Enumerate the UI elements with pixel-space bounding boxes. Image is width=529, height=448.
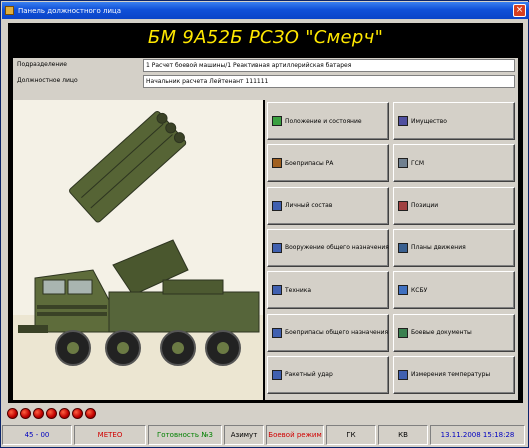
indicator-led xyxy=(20,408,31,419)
gk-cell[interactable]: ГК xyxy=(326,425,376,445)
indicator-row xyxy=(7,408,98,420)
position-field[interactable]: Начальник расчета Лейтенант 111111 xyxy=(143,75,515,88)
menu-button-label: Позиции xyxy=(411,202,439,210)
menu-button-11[interactable]: Боеприпасы общего назначения xyxy=(267,313,389,352)
vehicle-photo xyxy=(13,100,263,400)
menu-button-label: Ракетный удар xyxy=(285,371,333,379)
window-title: Панель должностного лица xyxy=(18,6,122,15)
menu-button-label: Боеприпасы РА xyxy=(285,159,334,167)
menu-button-label: Вооружение общего назначения xyxy=(285,244,389,252)
menu-button-label: Планы движения xyxy=(411,244,466,252)
indicator-led xyxy=(85,408,96,419)
menu-button-3[interactable]: Боеприпасы РА xyxy=(267,144,389,183)
menu-button-label: КСБУ xyxy=(411,286,428,294)
azimuth-value-cell[interactable]: 45 - 00 xyxy=(2,425,72,445)
unit-label: Подразделение xyxy=(17,61,67,68)
rocket-strike-icon xyxy=(272,369,282,380)
menu-button-grid: Положение и состояние Имущество Боеприпасы… xyxy=(265,100,518,400)
vehicle-illustration xyxy=(13,100,263,400)
indicator-led xyxy=(59,408,70,419)
menu-button-label: Боевые документы xyxy=(411,329,472,336)
menu-button-2[interactable]: Имущество xyxy=(393,102,515,140)
close-button[interactable]: × xyxy=(513,4,526,17)
menu-button-6[interactable]: Позиции xyxy=(393,186,515,225)
vehicle-icon xyxy=(272,285,282,296)
positions-icon xyxy=(398,200,408,211)
menu-button-label: Техника xyxy=(285,286,312,294)
kv-cell[interactable]: КВ xyxy=(378,425,428,445)
menu-button-13[interactable]: Ракетный удар xyxy=(267,355,389,394)
combat-mode-cell[interactable]: Боевой режим xyxy=(266,425,324,445)
position-state-icon xyxy=(272,116,282,126)
menu-button-14[interactable]: Измерения температуры xyxy=(393,355,515,394)
info-area: Подразделение 1 Расчет боевой машины/1 Р… xyxy=(13,58,518,100)
temperature-icon xyxy=(398,369,408,380)
movement-plans-icon xyxy=(398,242,408,253)
position-label: Должностное лицо xyxy=(17,77,78,84)
app-icon xyxy=(5,6,14,15)
menu-button-1[interactable]: Положение и состояние xyxy=(267,102,389,140)
menu-button-label: Личный состав xyxy=(285,202,333,210)
menu-button-9[interactable]: Техника xyxy=(267,271,389,310)
unit-field[interactable]: 1 Расчет боевой машины/1 Реактивная арти… xyxy=(143,59,515,72)
indicator-led xyxy=(72,408,83,419)
status-bar: 45 - 00 METEO Готовность №3 Азимут Боево… xyxy=(2,425,529,447)
menu-button-label: Боеприпасы общего назначения xyxy=(285,329,389,336)
menu-button-12[interactable]: Боевые документы xyxy=(393,313,515,352)
indicator-led xyxy=(33,408,44,419)
ammunition-icon xyxy=(272,158,282,169)
ksbu-icon xyxy=(398,285,408,296)
menu-button-5[interactable]: Личный состав xyxy=(267,186,389,225)
system-title: БМ 9А52Б РСЗО "Смерч" xyxy=(147,27,384,48)
menu-button-4[interactable]: ГСМ xyxy=(393,144,515,183)
menu-button-label: Имущество xyxy=(411,117,447,125)
menu-button-8[interactable]: Планы движения xyxy=(393,228,515,267)
meteo-cell[interactable]: METEO xyxy=(74,425,146,445)
menu-button-10[interactable]: КСБУ xyxy=(393,271,515,310)
menu-button-7[interactable]: Вооружение общего назначения xyxy=(267,228,389,267)
menu-button-label: Положение и состояние xyxy=(285,117,362,125)
title-bar[interactable]: Панель должностного лица × xyxy=(2,2,529,19)
indicator-led xyxy=(46,408,57,419)
combat-docs-icon xyxy=(398,327,408,338)
personnel-icon xyxy=(272,200,282,211)
menu-button-label: ГСМ xyxy=(411,159,425,167)
property-icon xyxy=(398,116,408,126)
readiness-cell[interactable]: Готовность №3 xyxy=(148,425,222,445)
app-window: Панель должностного лица × БМ 9А52Б РСЗО… xyxy=(0,0,529,448)
fuel-icon xyxy=(398,158,408,169)
general-ammo-icon xyxy=(272,327,282,338)
menu-button-label: Измерения температуры xyxy=(411,371,491,379)
weapons-icon xyxy=(272,242,282,253)
indicator-led xyxy=(7,408,18,419)
main-panel: БМ 9А52Б РСЗО "Смерч" Подразделение 1 Ра… xyxy=(8,23,523,403)
azimuth-button[interactable]: Азимут xyxy=(224,425,264,445)
datetime-cell: 13.11.2008 15:18:28 xyxy=(430,425,525,445)
